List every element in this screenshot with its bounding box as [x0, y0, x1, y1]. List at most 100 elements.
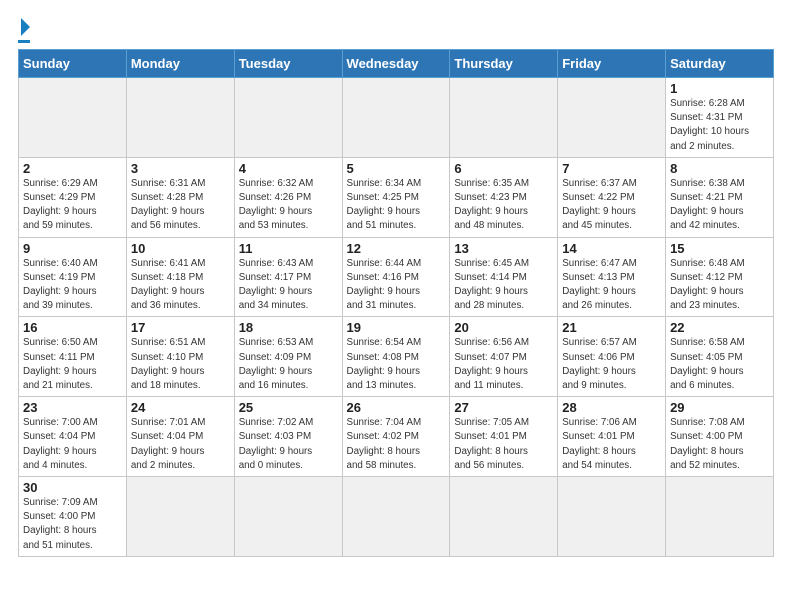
calendar-cell: 11Sunrise: 6:43 AM Sunset: 4:17 PM Dayli… — [234, 237, 342, 317]
calendar-cell: 29Sunrise: 7:08 AM Sunset: 4:00 PM Dayli… — [666, 397, 774, 477]
weekday-header-friday: Friday — [558, 50, 666, 78]
cell-day-number: 28 — [562, 400, 661, 415]
cell-info: Sunrise: 6:44 AM Sunset: 4:16 PM Dayligh… — [347, 257, 446, 314]
cell-day-number: 18 — [239, 320, 338, 335]
cell-day-number: 30 — [23, 480, 122, 495]
calendar-row-2: 9Sunrise: 6:40 AM Sunset: 4:19 PM Daylig… — [19, 237, 774, 317]
cell-info: Sunrise: 7:04 AM Sunset: 4:02 PM Dayligh… — [347, 416, 446, 473]
weekday-header-saturday: Saturday — [666, 50, 774, 78]
cell-info: Sunrise: 6:51 AM Sunset: 4:10 PM Dayligh… — [131, 336, 230, 393]
page: SundayMondayTuesdayWednesdayThursdayFrid… — [0, 0, 792, 567]
cell-day-number: 9 — [23, 241, 122, 256]
cell-info: Sunrise: 6:57 AM Sunset: 4:06 PM Dayligh… — [562, 336, 661, 393]
cell-day-number: 26 — [347, 400, 446, 415]
cell-info: Sunrise: 6:48 AM Sunset: 4:12 PM Dayligh… — [670, 257, 769, 314]
calendar-cell — [450, 78, 558, 158]
cell-info: Sunrise: 6:41 AM Sunset: 4:18 PM Dayligh… — [131, 257, 230, 314]
weekday-header-row: SundayMondayTuesdayWednesdayThursdayFrid… — [19, 50, 774, 78]
logo-underline — [18, 40, 30, 43]
calendar-cell — [234, 477, 342, 557]
calendar-cell: 5Sunrise: 6:34 AM Sunset: 4:25 PM Daylig… — [342, 157, 450, 237]
cell-day-number: 7 — [562, 161, 661, 176]
cell-info: Sunrise: 6:45 AM Sunset: 4:14 PM Dayligh… — [454, 257, 553, 314]
cell-day-number: 20 — [454, 320, 553, 335]
cell-day-number: 22 — [670, 320, 769, 335]
logo — [18, 18, 30, 43]
calendar-cell — [666, 477, 774, 557]
calendar-row-5: 30Sunrise: 7:09 AM Sunset: 4:00 PM Dayli… — [19, 477, 774, 557]
cell-day-number: 21 — [562, 320, 661, 335]
cell-info: Sunrise: 6:35 AM Sunset: 4:23 PM Dayligh… — [454, 177, 553, 234]
cell-day-number: 17 — [131, 320, 230, 335]
header — [18, 18, 774, 43]
calendar-cell: 13Sunrise: 6:45 AM Sunset: 4:14 PM Dayli… — [450, 237, 558, 317]
calendar-cell: 16Sunrise: 6:50 AM Sunset: 4:11 PM Dayli… — [19, 317, 127, 397]
cell-info: Sunrise: 6:32 AM Sunset: 4:26 PM Dayligh… — [239, 177, 338, 234]
calendar-cell: 24Sunrise: 7:01 AM Sunset: 4:04 PM Dayli… — [126, 397, 234, 477]
calendar-cell: 28Sunrise: 7:06 AM Sunset: 4:01 PM Dayli… — [558, 397, 666, 477]
cell-info: Sunrise: 6:58 AM Sunset: 4:05 PM Dayligh… — [670, 336, 769, 393]
weekday-header-sunday: Sunday — [19, 50, 127, 78]
calendar-cell: 3Sunrise: 6:31 AM Sunset: 4:28 PM Daylig… — [126, 157, 234, 237]
cell-info: Sunrise: 6:56 AM Sunset: 4:07 PM Dayligh… — [454, 336, 553, 393]
calendar-cell: 12Sunrise: 6:44 AM Sunset: 4:16 PM Dayli… — [342, 237, 450, 317]
calendar-cell: 4Sunrise: 6:32 AM Sunset: 4:26 PM Daylig… — [234, 157, 342, 237]
cell-info: Sunrise: 6:54 AM Sunset: 4:08 PM Dayligh… — [347, 336, 446, 393]
calendar-cell: 9Sunrise: 6:40 AM Sunset: 4:19 PM Daylig… — [19, 237, 127, 317]
cell-day-number: 4 — [239, 161, 338, 176]
cell-info: Sunrise: 6:29 AM Sunset: 4:29 PM Dayligh… — [23, 177, 122, 234]
cell-info: Sunrise: 7:06 AM Sunset: 4:01 PM Dayligh… — [562, 416, 661, 473]
cell-info: Sunrise: 6:53 AM Sunset: 4:09 PM Dayligh… — [239, 336, 338, 393]
calendar-cell: 2Sunrise: 6:29 AM Sunset: 4:29 PM Daylig… — [19, 157, 127, 237]
calendar-cell: 23Sunrise: 7:00 AM Sunset: 4:04 PM Dayli… — [19, 397, 127, 477]
calendar-cell: 22Sunrise: 6:58 AM Sunset: 4:05 PM Dayli… — [666, 317, 774, 397]
cell-day-number: 11 — [239, 241, 338, 256]
cell-info: Sunrise: 6:34 AM Sunset: 4:25 PM Dayligh… — [347, 177, 446, 234]
calendar-cell — [126, 477, 234, 557]
calendar-cell: 8Sunrise: 6:38 AM Sunset: 4:21 PM Daylig… — [666, 157, 774, 237]
cell-day-number: 24 — [131, 400, 230, 415]
calendar-row-0: 1Sunrise: 6:28 AM Sunset: 4:31 PM Daylig… — [19, 78, 774, 158]
cell-info: Sunrise: 6:28 AM Sunset: 4:31 PM Dayligh… — [670, 97, 769, 154]
calendar-cell — [450, 477, 558, 557]
weekday-header-monday: Monday — [126, 50, 234, 78]
cell-day-number: 6 — [454, 161, 553, 176]
cell-info: Sunrise: 6:50 AM Sunset: 4:11 PM Dayligh… — [23, 336, 122, 393]
cell-info: Sunrise: 6:43 AM Sunset: 4:17 PM Dayligh… — [239, 257, 338, 314]
calendar-cell: 30Sunrise: 7:09 AM Sunset: 4:00 PM Dayli… — [19, 477, 127, 557]
cell-info: Sunrise: 6:37 AM Sunset: 4:22 PM Dayligh… — [562, 177, 661, 234]
calendar-row-3: 16Sunrise: 6:50 AM Sunset: 4:11 PM Dayli… — [19, 317, 774, 397]
calendar-cell: 7Sunrise: 6:37 AM Sunset: 4:22 PM Daylig… — [558, 157, 666, 237]
cell-info: Sunrise: 7:05 AM Sunset: 4:01 PM Dayligh… — [454, 416, 553, 473]
calendar-cell: 19Sunrise: 6:54 AM Sunset: 4:08 PM Dayli… — [342, 317, 450, 397]
cell-info: Sunrise: 6:31 AM Sunset: 4:28 PM Dayligh… — [131, 177, 230, 234]
calendar-row-4: 23Sunrise: 7:00 AM Sunset: 4:04 PM Dayli… — [19, 397, 774, 477]
cell-day-number: 14 — [562, 241, 661, 256]
cell-info: Sunrise: 7:00 AM Sunset: 4:04 PM Dayligh… — [23, 416, 122, 473]
cell-day-number: 1 — [670, 81, 769, 96]
calendar-cell: 6Sunrise: 6:35 AM Sunset: 4:23 PM Daylig… — [450, 157, 558, 237]
cell-info: Sunrise: 6:47 AM Sunset: 4:13 PM Dayligh… — [562, 257, 661, 314]
cell-day-number: 19 — [347, 320, 446, 335]
calendar-cell: 20Sunrise: 6:56 AM Sunset: 4:07 PM Dayli… — [450, 317, 558, 397]
calendar-cell — [342, 477, 450, 557]
cell-info: Sunrise: 6:40 AM Sunset: 4:19 PM Dayligh… — [23, 257, 122, 314]
cell-info: Sunrise: 7:02 AM Sunset: 4:03 PM Dayligh… — [239, 416, 338, 473]
cell-info: Sunrise: 7:09 AM Sunset: 4:00 PM Dayligh… — [23, 496, 122, 553]
cell-day-number: 3 — [131, 161, 230, 176]
cell-info: Sunrise: 7:08 AM Sunset: 4:00 PM Dayligh… — [670, 416, 769, 473]
calendar-cell — [19, 78, 127, 158]
cell-day-number: 29 — [670, 400, 769, 415]
calendar-row-1: 2Sunrise: 6:29 AM Sunset: 4:29 PM Daylig… — [19, 157, 774, 237]
cell-info: Sunrise: 6:38 AM Sunset: 4:21 PM Dayligh… — [670, 177, 769, 234]
calendar-cell: 1Sunrise: 6:28 AM Sunset: 4:31 PM Daylig… — [666, 78, 774, 158]
cell-day-number: 12 — [347, 241, 446, 256]
cell-day-number: 10 — [131, 241, 230, 256]
calendar: SundayMondayTuesdayWednesdayThursdayFrid… — [18, 49, 774, 557]
cell-info: Sunrise: 7:01 AM Sunset: 4:04 PM Dayligh… — [131, 416, 230, 473]
calendar-cell — [558, 78, 666, 158]
calendar-cell — [558, 477, 666, 557]
logo-triangle-icon — [21, 18, 30, 36]
cell-day-number: 23 — [23, 400, 122, 415]
cell-day-number: 25 — [239, 400, 338, 415]
